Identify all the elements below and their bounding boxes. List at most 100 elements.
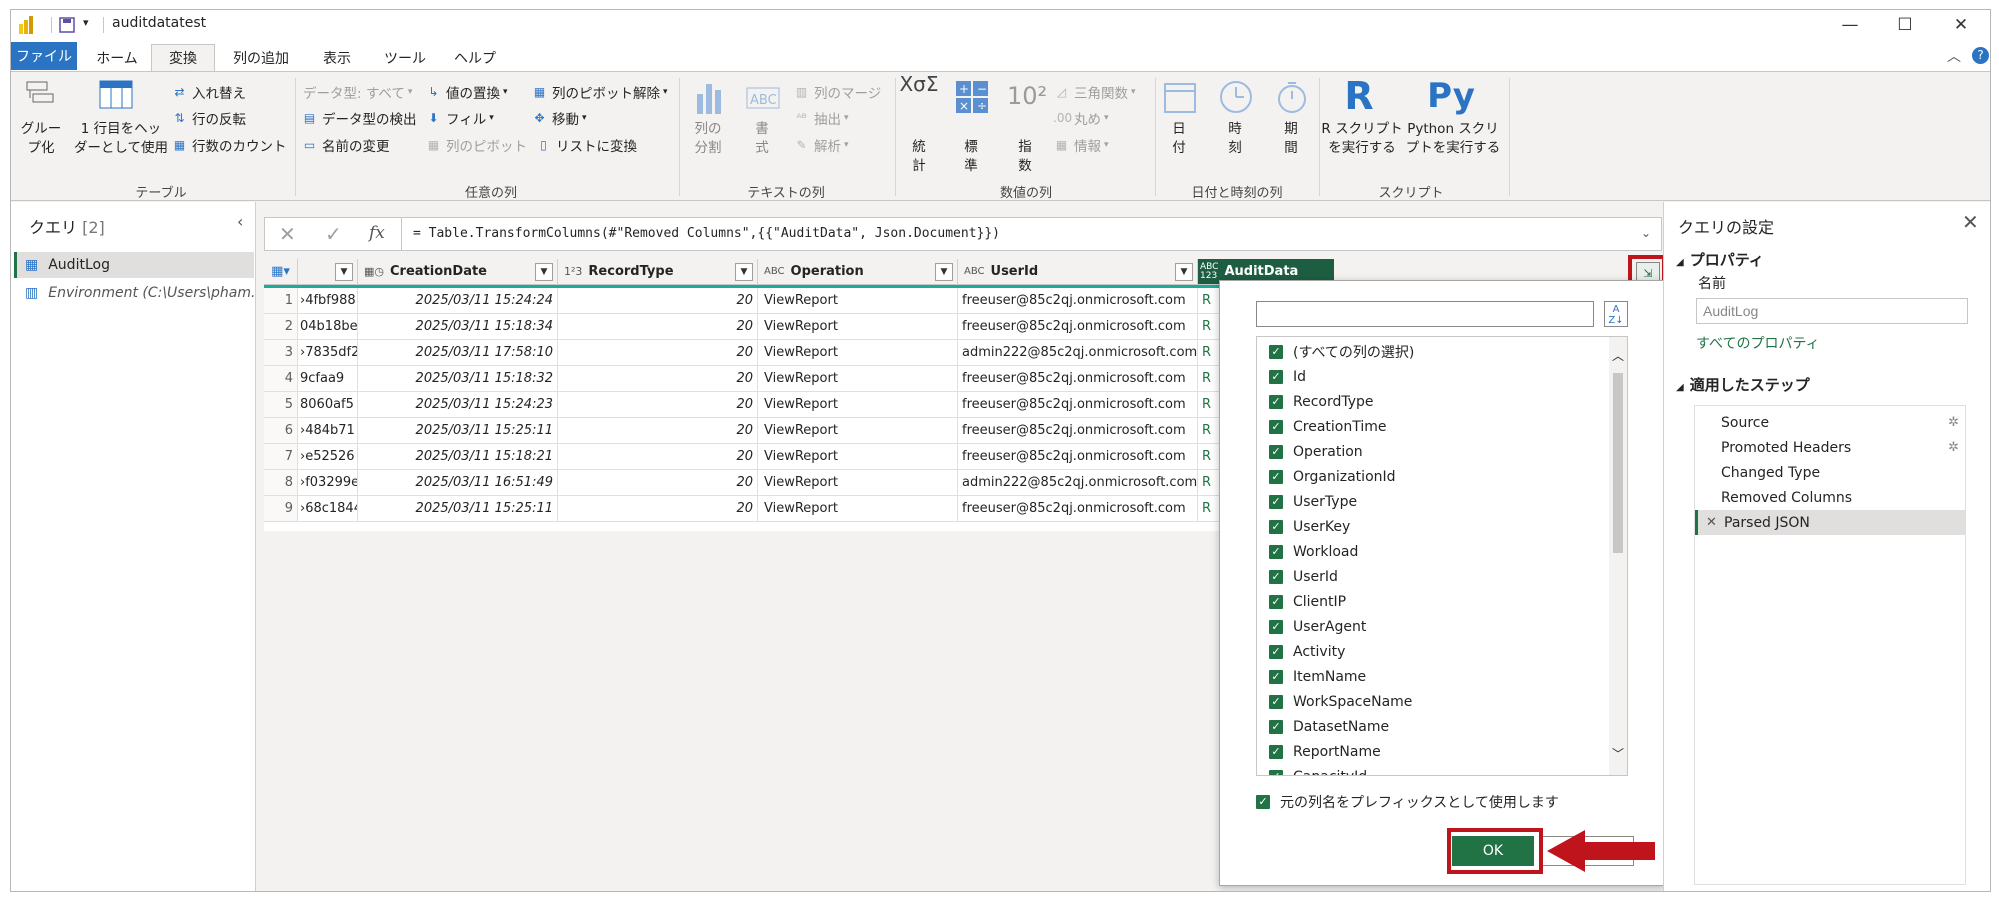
cell-userid[interactable]: freeuser@85c2qj.onmicrosoft.com bbox=[958, 392, 1198, 418]
column-checkbox-item[interactable]: ✓ Activity bbox=[1269, 639, 1345, 664]
checkbox-checked-icon[interactable]: ✓ bbox=[1269, 469, 1283, 484]
column-checkbox-item[interactable]: ✓ WorkSpaceName bbox=[1269, 689, 1412, 714]
column-checkbox-item[interactable]: ✓ UserType bbox=[1269, 489, 1357, 514]
parse-button[interactable]: ✎ 解析 ▾ bbox=[793, 135, 848, 155]
cell-operation[interactable]: ViewReport bbox=[758, 366, 958, 392]
scroll-down-icon[interactable]: ﹀ bbox=[1612, 745, 1624, 762]
cell-operation[interactable]: ViewReport bbox=[758, 288, 958, 314]
cell-userid[interactable]: freeuser@85c2qj.onmicrosoft.com bbox=[958, 314, 1198, 340]
column-header-operation[interactable]: ABC Operation ▼ bbox=[758, 259, 958, 285]
query-item-auditlog[interactable]: ▦ AuditLog bbox=[14, 252, 254, 278]
extract-button[interactable]: ᴬᴮ 抽出 ▾ bbox=[793, 108, 848, 128]
checkbox-checked-icon[interactable]: ✓ bbox=[1269, 494, 1283, 509]
cell-userid[interactable]: freeuser@85c2qj.onmicrosoft.com bbox=[958, 366, 1198, 392]
cell-recordtype[interactable]: 20 bbox=[558, 314, 758, 340]
filter-dropdown-icon[interactable]: ▼ bbox=[735, 263, 753, 281]
save-icon[interactable] bbox=[59, 17, 75, 33]
row-number[interactable]: 5 bbox=[264, 392, 298, 418]
quick-access-dropdown-icon[interactable]: ▾ bbox=[83, 16, 89, 29]
formula-text[interactable]: = Table.TransformColumns(#"Removed Colum… bbox=[413, 226, 1000, 241]
detect-type-button[interactable]: ▤ データ型の検出 bbox=[301, 108, 417, 128]
cell-recordtype[interactable]: 20 bbox=[558, 392, 758, 418]
move-button[interactable]: ✥ 移動 ▾ bbox=[531, 108, 586, 128]
column-checkbox-item[interactable]: ✓ Workload bbox=[1269, 539, 1358, 564]
collapse-icon[interactable]: ◢ bbox=[1676, 382, 1684, 393]
query-item-environment[interactable]: ▥ Environment (C:\Users\pham... bbox=[17, 280, 255, 306]
cell-operation[interactable]: ViewReport bbox=[758, 496, 958, 522]
cell-creationdate[interactable]: 2025/03/11 15:18:34 bbox=[358, 314, 558, 340]
column-checkbox-item[interactable]: ✓ DatasetName bbox=[1269, 714, 1389, 739]
scientific-button[interactable]: 指 数 bbox=[1005, 138, 1045, 176]
checkbox-checked-icon[interactable]: ✓ bbox=[1269, 594, 1283, 609]
checkbox-checked-icon[interactable]: ✓ bbox=[1269, 544, 1283, 559]
cell-userid[interactable]: admin222@85c2qj.onmicrosoft.com bbox=[958, 340, 1198, 366]
checkbox-checked-icon[interactable]: ✓ bbox=[1269, 719, 1283, 734]
checkbox-checked-icon[interactable]: ✓ bbox=[1269, 569, 1283, 584]
checkbox-checked-icon[interactable]: ✓ bbox=[1269, 694, 1283, 709]
tab-view[interactable]: 表示 bbox=[307, 44, 367, 72]
unpivot-button[interactable]: ▦ 列のピボット解除 ▾ bbox=[531, 82, 668, 102]
column-header-recordtype[interactable]: 1²3 RecordType ▼ bbox=[558, 259, 758, 285]
column-checkbox-item[interactable]: ✓ ItemName bbox=[1269, 664, 1366, 689]
column-header-userid[interactable]: ABC UserId ▼ bbox=[958, 259, 1198, 285]
statistics-button[interactable]: 統 計 bbox=[899, 138, 939, 176]
all-properties-link[interactable]: すべてのプロパティ bbox=[1696, 333, 1820, 353]
collapse-pane-icon[interactable]: ‹ bbox=[237, 212, 243, 231]
fx-icon[interactable]: fx bbox=[369, 223, 385, 243]
tab-transform[interactable]: 変換 bbox=[151, 44, 215, 72]
cell-id[interactable]: ›7835df2 bbox=[298, 340, 358, 366]
step-settings-gear-icon[interactable]: ✲ bbox=[1948, 415, 1959, 430]
column-checkbox-item[interactable]: ✓ UserId bbox=[1269, 564, 1338, 589]
filter-dropdown-icon[interactable]: ▼ bbox=[935, 263, 953, 281]
cell-creationdate[interactable]: 2025/03/11 15:25:11 bbox=[358, 418, 558, 444]
pivot-column-button[interactable]: ▦ 列のピボット bbox=[425, 135, 527, 155]
checkbox-checked-icon[interactable]: ✓ bbox=[1256, 794, 1270, 809]
maximize-button[interactable]: ☐ bbox=[1877, 10, 1933, 40]
cell-recordtype[interactable]: 20 bbox=[558, 496, 758, 522]
column-checkbox-item[interactable]: ✓ Operation bbox=[1269, 439, 1363, 464]
step-settings-gear-icon[interactable]: ✲ bbox=[1948, 440, 1959, 455]
checkbox-checked-icon[interactable]: ✓ bbox=[1269, 369, 1283, 384]
group-by-button[interactable]: グルー プ化 bbox=[19, 120, 63, 158]
column-checkbox-item[interactable]: ✓CapacityId bbox=[1269, 764, 1367, 775]
cell-id[interactable]: ›f03299e bbox=[298, 470, 358, 496]
transpose-button[interactable]: ⇄ 入れ替え bbox=[171, 82, 246, 102]
filter-dropdown-icon[interactable]: ▼ bbox=[1175, 263, 1193, 281]
column-header-creationdate[interactable]: ▦◷ CreationDate ▼ bbox=[358, 259, 558, 285]
cell-id[interactable]: ›68c1844 bbox=[298, 496, 358, 522]
duration-button[interactable]: 期 間 bbox=[1271, 120, 1311, 158]
cell-id[interactable]: 8060af5 bbox=[298, 392, 358, 418]
cell-creationdate[interactable]: 2025/03/11 15:18:32 bbox=[358, 366, 558, 392]
cancel-formula-icon[interactable]: ✕ bbox=[279, 222, 296, 246]
applied-step-item[interactable]: Source ✲ bbox=[1695, 410, 1965, 435]
column-checkbox-item[interactable]: ✓ CreationTime bbox=[1269, 414, 1387, 439]
cell-operation[interactable]: ViewReport bbox=[758, 392, 958, 418]
run-python-script-button[interactable]: Python スクリ プトを実行する bbox=[1403, 120, 1503, 158]
reverse-rows-button[interactable]: ⇅ 行の反転 bbox=[171, 108, 246, 128]
row-number[interactable]: 4 bbox=[264, 366, 298, 392]
checkbox-checked-icon[interactable]: ✓ bbox=[1269, 444, 1283, 459]
column-checkbox-item[interactable]: ✓ ReportName bbox=[1269, 739, 1381, 764]
tab-add-column[interactable]: 列の追加 bbox=[221, 44, 301, 72]
time-button[interactable]: 時 刻 bbox=[1215, 120, 1255, 158]
column-checkbox-item[interactable]: ✓ ClientIP bbox=[1269, 589, 1346, 614]
cell-operation[interactable]: ViewReport bbox=[758, 470, 958, 496]
cell-userid[interactable]: freeuser@85c2qj.onmicrosoft.com bbox=[958, 444, 1198, 470]
trig-button[interactable]: ◿ 三角関数 ▾ bbox=[1053, 82, 1136, 102]
rounding-button[interactable]: .00 丸め ▾ bbox=[1053, 108, 1109, 128]
cell-id[interactable]: ›4fbf988 bbox=[298, 288, 358, 314]
tab-file[interactable]: ファイル bbox=[11, 42, 77, 70]
tab-tools[interactable]: ツール bbox=[373, 44, 437, 72]
run-r-script-button[interactable]: R スクリプト を実行する bbox=[1321, 120, 1403, 158]
tab-home[interactable]: ホーム bbox=[85, 44, 149, 72]
checkbox-checked-icon[interactable]: ✓ bbox=[1269, 744, 1283, 759]
cell-recordtype[interactable]: 20 bbox=[558, 418, 758, 444]
cell-creationdate[interactable]: 2025/03/11 15:24:24 bbox=[358, 288, 558, 314]
applied-step-item[interactable]: ✕ Parsed JSON bbox=[1695, 510, 1965, 535]
row-number[interactable]: 6 bbox=[264, 418, 298, 444]
checkbox-checked-icon[interactable]: ✓ bbox=[1269, 619, 1283, 634]
close-button[interactable]: ✕ bbox=[1933, 10, 1989, 40]
data-type-dropdown[interactable]: データ型: すべて ▾ bbox=[303, 82, 412, 102]
column-header-id[interactable]: ▼ bbox=[298, 259, 358, 285]
help-icon[interactable]: ? bbox=[1972, 47, 1989, 64]
